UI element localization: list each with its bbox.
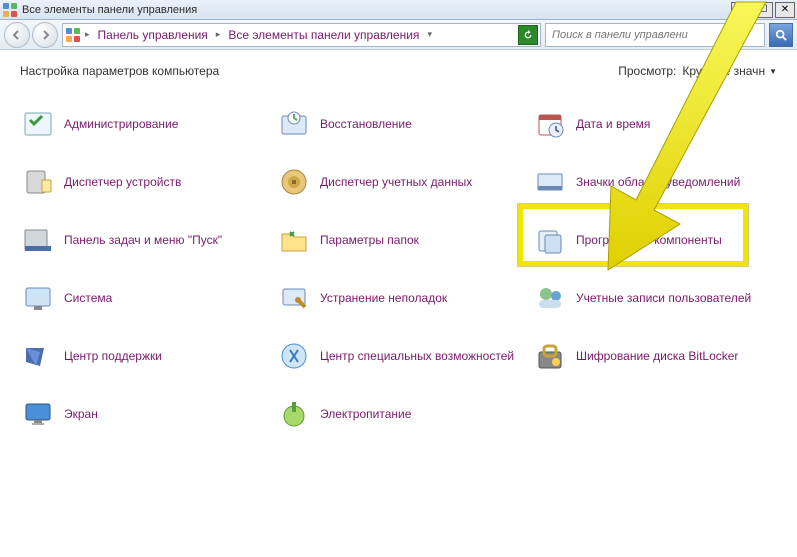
folder-icon xyxy=(278,224,310,256)
control-panel-item-ease-of-access[interactable]: Центр специальных возможностей xyxy=(276,334,526,378)
datetime-icon xyxy=(534,108,566,140)
view-selector[interactable]: Просмотр: Крупные значн ▼ xyxy=(618,64,777,78)
programs-icon xyxy=(534,224,566,256)
action-icon xyxy=(22,340,54,372)
ease-icon xyxy=(278,340,310,372)
item-label: Диспетчер учетных данных xyxy=(320,175,472,189)
control-panel-icon xyxy=(2,2,18,18)
breadcrumb-item[interactable]: Панель управления xyxy=(94,24,212,46)
content-header: Настройка параметров компьютера Просмотр… xyxy=(20,64,777,78)
chevron-down-icon: ▼ xyxy=(769,67,777,76)
window-buttons: ─ ☐ ✕ xyxy=(731,2,795,18)
item-label: Администрирование xyxy=(64,117,178,131)
titlebar: Все элементы панели управления ─ ☐ ✕ xyxy=(0,0,797,20)
item-label: Панель задач и меню "Пуск" xyxy=(64,233,222,247)
control-panel-item-programs[interactable]: Программы и компоненты xyxy=(532,218,782,262)
control-panel-item-recovery[interactable]: Восстановление xyxy=(276,102,526,146)
view-value-text: Крупные значн xyxy=(682,64,765,78)
items-grid: Администрирование Восстановление Дата и вр… xyxy=(20,102,777,436)
admin-icon xyxy=(22,108,54,140)
minimize-button[interactable]: ─ xyxy=(731,2,751,18)
control-panel-item-device-manager[interactable]: Диспетчер устройств xyxy=(20,160,270,204)
display-icon xyxy=(22,398,54,430)
breadcrumb[interactable]: ▸ Панель управления ▸ Все элементы панел… xyxy=(62,23,541,47)
troubleshoot-icon xyxy=(278,282,310,314)
credmgr-icon xyxy=(278,166,310,198)
search-box[interactable] xyxy=(545,23,765,47)
notify-icon xyxy=(534,166,566,198)
devmgr-icon xyxy=(22,166,54,198)
item-label: Центр специальных возможностей xyxy=(320,349,514,363)
item-label: Система xyxy=(64,291,112,305)
item-label: Центр поддержки xyxy=(64,349,162,363)
nav-buttons xyxy=(4,22,58,48)
chevron-right-icon: ▸ xyxy=(216,29,221,40)
system-icon xyxy=(22,282,54,314)
taskbar-icon xyxy=(22,224,54,256)
refresh-button[interactable] xyxy=(518,25,538,45)
view-label: Просмотр: xyxy=(618,64,676,78)
item-label: Учетные записи пользователей xyxy=(576,291,751,305)
control-panel-item-folder-options[interactable]: Параметры папок xyxy=(276,218,526,262)
control-panel-item-notification-icons[interactable]: Значки области уведомлений xyxy=(532,160,782,204)
control-panel-item-users[interactable]: Учетные записи пользователей xyxy=(532,276,782,320)
item-label: Устранение неполадок xyxy=(320,291,447,305)
control-panel-item-credential-manager[interactable]: Диспетчер учетных данных xyxy=(276,160,526,204)
item-label: Параметры папок xyxy=(320,233,419,247)
chevron-down-icon[interactable]: ▾ xyxy=(427,29,432,40)
control-panel-icon xyxy=(65,27,81,43)
item-label: Восстановление xyxy=(320,117,412,131)
power-icon xyxy=(278,398,310,430)
maximize-button[interactable]: ☐ xyxy=(753,2,773,18)
control-panel-item-taskbar[interactable]: Панель задач и меню "Пуск" xyxy=(20,218,270,262)
item-label: Электропитание xyxy=(320,407,411,421)
toolbar: ▸ Панель управления ▸ Все элементы панел… xyxy=(0,20,797,50)
item-label: Диспетчер устройств xyxy=(64,175,181,189)
view-value-dropdown[interactable]: Крупные значн ▼ xyxy=(682,64,777,78)
forward-button[interactable] xyxy=(32,22,58,48)
item-label: Дата и время xyxy=(576,117,650,131)
recovery-icon xyxy=(278,108,310,140)
search-input[interactable] xyxy=(550,28,760,42)
users-icon xyxy=(534,282,566,314)
control-panel-item-troubleshoot[interactable]: Устранение неполадок xyxy=(276,276,526,320)
item-label: Шифрование диска BitLocker xyxy=(576,349,738,363)
search-button[interactable] xyxy=(769,23,793,47)
window-title: Все элементы панели управления xyxy=(22,4,731,16)
chevron-right-icon: ▸ xyxy=(85,29,90,40)
content-area: Настройка параметров компьютера Просмотр… xyxy=(0,50,797,450)
control-panel-item-system[interactable]: Система xyxy=(20,276,270,320)
control-panel-item-display[interactable]: Экран xyxy=(20,392,270,436)
control-panel-item-power[interactable]: Электропитание xyxy=(276,392,526,436)
close-button[interactable]: ✕ xyxy=(775,2,795,18)
back-button[interactable] xyxy=(4,22,30,48)
control-panel-item-action-center[interactable]: Центр поддержки xyxy=(20,334,270,378)
item-label: Значки области уведомлений xyxy=(576,175,740,189)
control-panel-item-administration[interactable]: Администрирование xyxy=(20,102,270,146)
control-panel-item-date-time[interactable]: Дата и время xyxy=(532,102,782,146)
item-label: Программы и компоненты xyxy=(576,233,722,247)
item-label: Экран xyxy=(64,407,98,421)
page-heading: Настройка параметров компьютера xyxy=(20,64,618,78)
breadcrumb-item[interactable]: Все элементы панели управления xyxy=(224,24,423,46)
control-panel-item-bitlocker[interactable]: Шифрование диска BitLocker xyxy=(532,334,782,378)
bitlocker-icon xyxy=(534,340,566,372)
